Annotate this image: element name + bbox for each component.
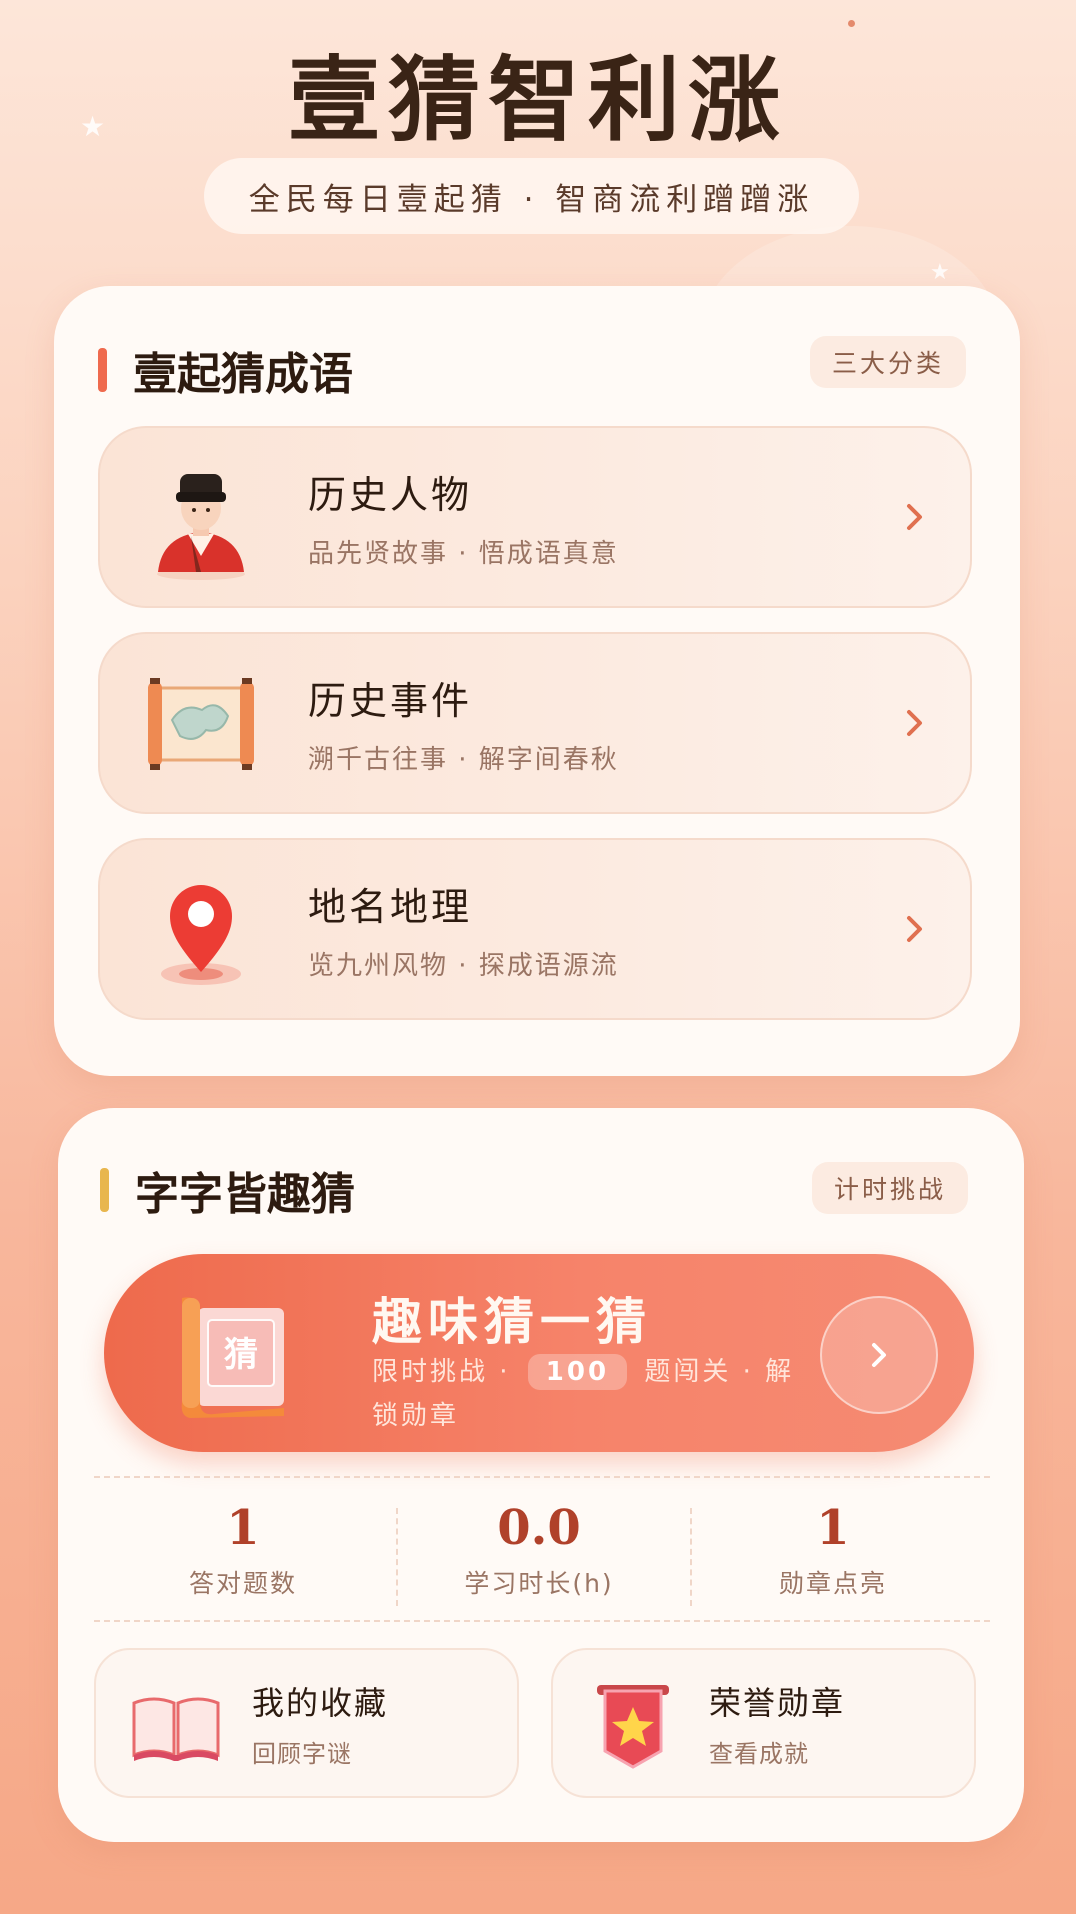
fun-guess-banner[interactable]: 猜 趣味猜一猜 限时挑战 · 100 题闯关 · 解锁勋章 [104, 1254, 974, 1452]
section-title-text: 字字皆趣猜 [135, 1169, 355, 1220]
stat-badges-lit: 1 勋章点亮 [698, 1500, 968, 1600]
stat-study-hours: 0.0 学习时长(h) [404, 1500, 674, 1600]
stat-value: 1 [226, 1500, 260, 1556]
category-text: 历史事件 溯千古往事 · 解字间春秋 [308, 670, 894, 776]
start-challenge-button[interactable] [820, 1296, 938, 1414]
category-text: 历史人物 品先贤故事 · 悟成语真意 [308, 464, 894, 570]
honor-badges-button[interactable]: 荣誉勋章 查看成就 [551, 1648, 976, 1798]
shortcut-title: 我的收藏 [252, 1683, 389, 1722]
category-title: 历史人物 [308, 473, 473, 517]
category-title: 地名地理 [308, 885, 473, 929]
divider [94, 1620, 990, 1622]
chevron-right-icon [907, 710, 922, 736]
section-title-char: 字字皆趣猜 [100, 1158, 355, 1222]
section-accent-bar [98, 348, 107, 392]
stat-correct-count: 1 答对题数 [108, 1500, 378, 1600]
section-tag-timed: 计时挑战 [812, 1162, 969, 1214]
riddle-scroll-icon: 猜 [181, 1297, 284, 1418]
shortcut-text: 我的收藏 回顾字谜 [252, 1678, 388, 1769]
chevron-right-icon [907, 504, 922, 530]
sparkle-star-icon: ★ [930, 260, 950, 285]
category-row-geography[interactable]: 地名地理 览九州风物 · 探成语源流 [98, 838, 972, 1020]
chevron-right-icon [907, 916, 922, 942]
section-title-idiom: 壹起猜成语 [98, 338, 353, 402]
stat-label: 答对题数 [188, 1569, 297, 1598]
section-tag-categories: 三大分类 [810, 336, 967, 388]
divider [396, 1508, 398, 1606]
category-desc: 品先贤故事 · 悟成语真意 [308, 539, 619, 569]
shortcut-desc: 查看成就 [709, 1739, 809, 1768]
my-favorites-button[interactable]: 我的收藏 回顾字谜 [94, 1648, 519, 1798]
stat-label: 学习时长(h) [464, 1569, 614, 1598]
section-title-text: 壹起猜成语 [133, 349, 353, 400]
category-desc: 览九州风物 · 探成语源流 [308, 951, 619, 981]
map-scroll-icon [136, 658, 266, 788]
divider [94, 1476, 990, 1478]
category-title: 历史事件 [308, 679, 473, 723]
shortcut-text: 荣誉勋章 查看成就 [709, 1678, 845, 1769]
stat-value: 1 [816, 1500, 850, 1556]
char-riddle-card: 字字皆趣猜 计时挑战 猜 趣味猜一猜 限时挑战 · 100 题闯关 · 解锁勋章… [58, 1108, 1024, 1842]
open-book-icon [132, 1697, 220, 1761]
shortcut-title: 荣誉勋章 [709, 1683, 846, 1722]
category-row-history-events[interactable]: 历史事件 溯千古往事 · 解字间春秋 [98, 632, 972, 814]
location-pin-icon [136, 864, 266, 994]
banner-title: 趣味猜一猜 [372, 1292, 652, 1351]
stat-label: 勋章点亮 [778, 1569, 887, 1598]
banner-desc-prefix: 限时挑战 · [372, 1357, 511, 1387]
app-subtitle: 全民每日壹起猜 · 智商流利蹭蹭涨 [204, 158, 859, 234]
category-text: 地名地理 览九州风物 · 探成语源流 [308, 876, 894, 982]
star-badge-icon [597, 1685, 669, 1769]
shortcut-desc: 回顾字谜 [252, 1739, 352, 1768]
scroll-char: 猜 [224, 1335, 258, 1375]
banner-desc: 限时挑战 · 100 题闯关 · 解锁勋章 [372, 1350, 812, 1438]
category-row-history-figures[interactable]: 历史人物 品先贤故事 · 悟成语真意 [98, 426, 972, 608]
scholar-figure-icon [136, 452, 266, 582]
question-count-badge: 100 [527, 1354, 628, 1390]
chevron-right-icon [872, 1343, 886, 1367]
category-desc: 溯千古往事 · 解字间春秋 [308, 745, 619, 775]
idiom-category-card: 壹起猜成语 三大分类 历史人物 品先贤故事 · 悟成语真意 历史事件 溯千古往事… [54, 286, 1020, 1076]
app-title: 壹猜智利涨 [287, 46, 788, 154]
divider [690, 1508, 692, 1606]
stat-value: 0.0 [497, 1500, 581, 1556]
section-accent-bar [100, 1168, 109, 1212]
